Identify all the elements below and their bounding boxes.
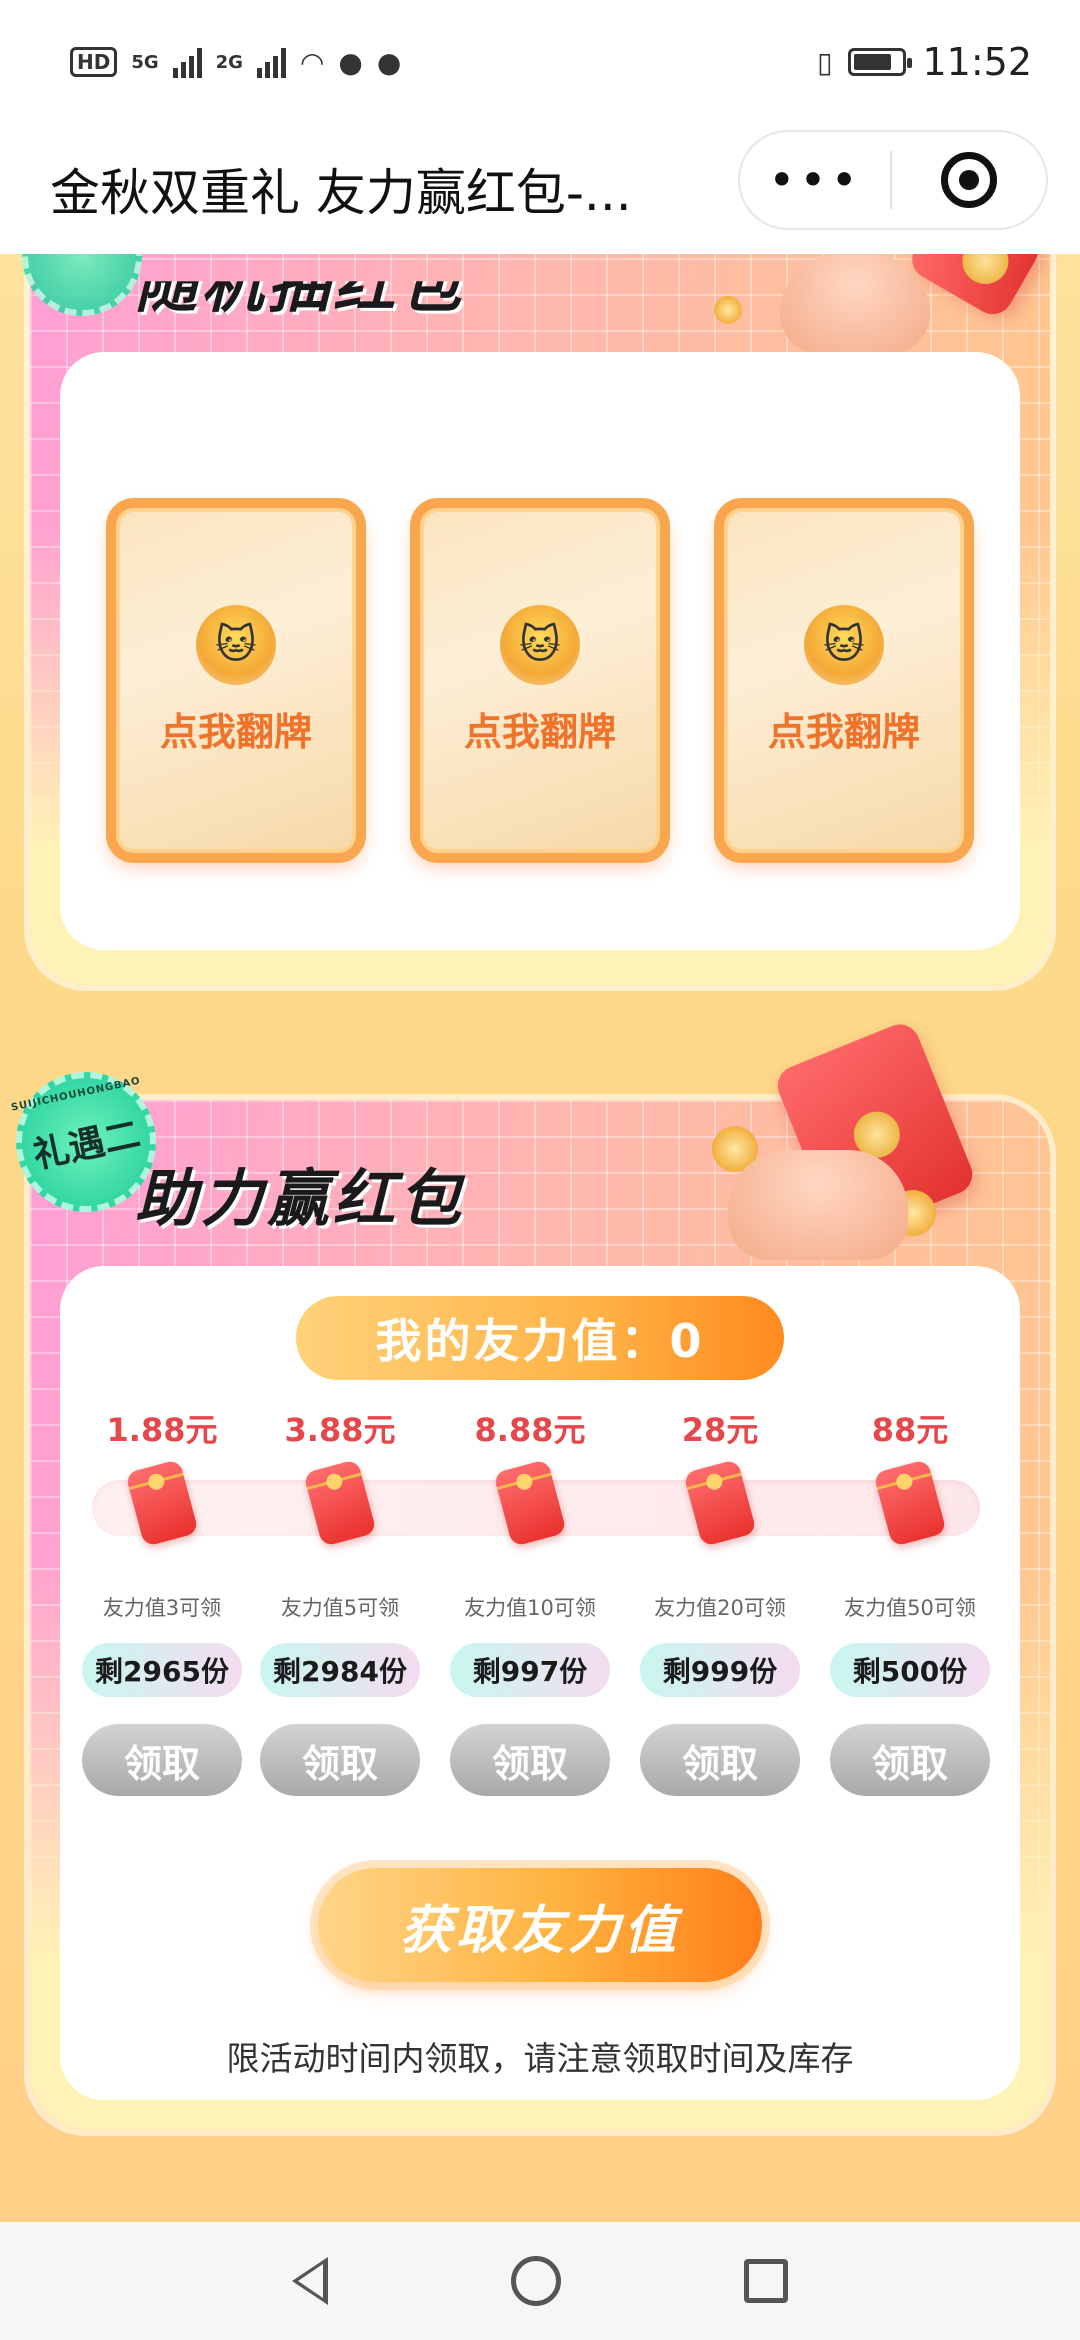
- status-time: 11:52: [922, 40, 1032, 84]
- tier-requirement-3: 友力值10可领: [464, 1596, 596, 1620]
- flip-card-1[interactable]: 🐱 点我翻牌: [106, 498, 366, 863]
- message-icon: ●: [376, 45, 402, 79]
- network-5g-label: 5G: [131, 51, 159, 73]
- signal-2g-icon: [256, 46, 286, 78]
- tier-stock-3: 剩997份: [450, 1643, 610, 1697]
- tier-amount-1: 1.88元: [106, 1411, 218, 1449]
- mascot-icon: 🐱: [196, 605, 276, 685]
- network-2g-label: 2G: [215, 51, 243, 73]
- wifi-icon: ◠: [299, 45, 325, 79]
- home-circle-icon[interactable]: [510, 2256, 561, 2306]
- claim-button-4[interactable]: 领取: [640, 1724, 800, 1796]
- signal-5g-icon: [172, 46, 202, 78]
- tier-amount-5: 88元: [871, 1411, 949, 1449]
- page-title-text: 金秋双重礼 友力赢红包-...: [50, 164, 632, 222]
- status-bar: HD 5G 2G ◠ ● ● ▯ 11:52: [0, 0, 1080, 124]
- back-triangle-icon[interactable]: [291, 2257, 328, 2305]
- tier-amount-3: 8.88元: [474, 1411, 586, 1449]
- hand-decoration-top: [780, 254, 930, 354]
- get-friend-value-button[interactable]: 获取友力值: [318, 1868, 762, 1982]
- flip-card-2[interactable]: 🐱 点我翻牌: [410, 498, 670, 863]
- hand-decoration: [728, 1150, 908, 1260]
- vibrate-icon: ▯: [817, 45, 833, 79]
- status-right: ▯ 11:52: [817, 40, 1032, 84]
- battery-icon: [848, 48, 913, 76]
- tier-amount-2: 3.88元: [284, 1411, 396, 1449]
- more-button[interactable]: •••: [740, 153, 890, 207]
- claim-button-1[interactable]: 领取: [82, 1724, 242, 1796]
- wechat-icon: ●: [338, 45, 363, 79]
- notice-text: 限活动时间内领取，请注意领取时间及库存: [226, 2039, 854, 2078]
- mini-program-capsule-top: •••: [738, 130, 1048, 230]
- tier-stock-5: 剩500份: [830, 1643, 990, 1697]
- recent-square-icon[interactable]: [744, 2259, 789, 2303]
- tier-stock-2: 剩2984份: [260, 1643, 420, 1697]
- tier-requirement-2: 友力值5可领: [280, 1596, 400, 1620]
- flip-card-label: 点我翻牌: [463, 710, 616, 754]
- title-bar-overlay: 金秋双重礼 友力赢红包-... •••: [0, 124, 1080, 254]
- mascot-icon: 🐱: [500, 605, 580, 685]
- badge-label: 礼遇二: [29, 1114, 144, 1177]
- section2-title: 助力赢红包: [135, 1162, 466, 1235]
- tier-requirement-4: 友力值20可领: [654, 1596, 786, 1620]
- tier-stock-4: 剩999份: [640, 1643, 800, 1697]
- tier-requirement-1: 友力值3可领: [102, 1596, 222, 1620]
- flip-card-label: 点我翻牌: [767, 710, 920, 754]
- tier-requirement-5: 友力值50可领: [844, 1596, 976, 1620]
- hd-icon: HD: [70, 47, 118, 77]
- flip-card-3[interactable]: 🐱 点我翻牌: [714, 498, 974, 863]
- claim-button-2[interactable]: 领取: [260, 1724, 420, 1796]
- system-nav-bar: [0, 2222, 1080, 2340]
- tier-stock-1: 剩2965份: [82, 1643, 242, 1697]
- flip-card-label: 点我翻牌: [159, 710, 312, 754]
- exit-target-icon: [941, 152, 997, 208]
- claim-button-5[interactable]: 领取: [830, 1724, 990, 1796]
- exit-button[interactable]: [892, 152, 1046, 208]
- mascot-icon: 🐱: [804, 605, 884, 685]
- friend-value-pill: 我的友力值：0: [296, 1296, 784, 1380]
- claim-button-3[interactable]: 领取: [450, 1724, 610, 1796]
- coin-decoration-top: [714, 296, 742, 324]
- tier-amount-4: 28元: [681, 1411, 759, 1449]
- status-left: HD 5G 2G ◠ ● ●: [70, 46, 401, 79]
